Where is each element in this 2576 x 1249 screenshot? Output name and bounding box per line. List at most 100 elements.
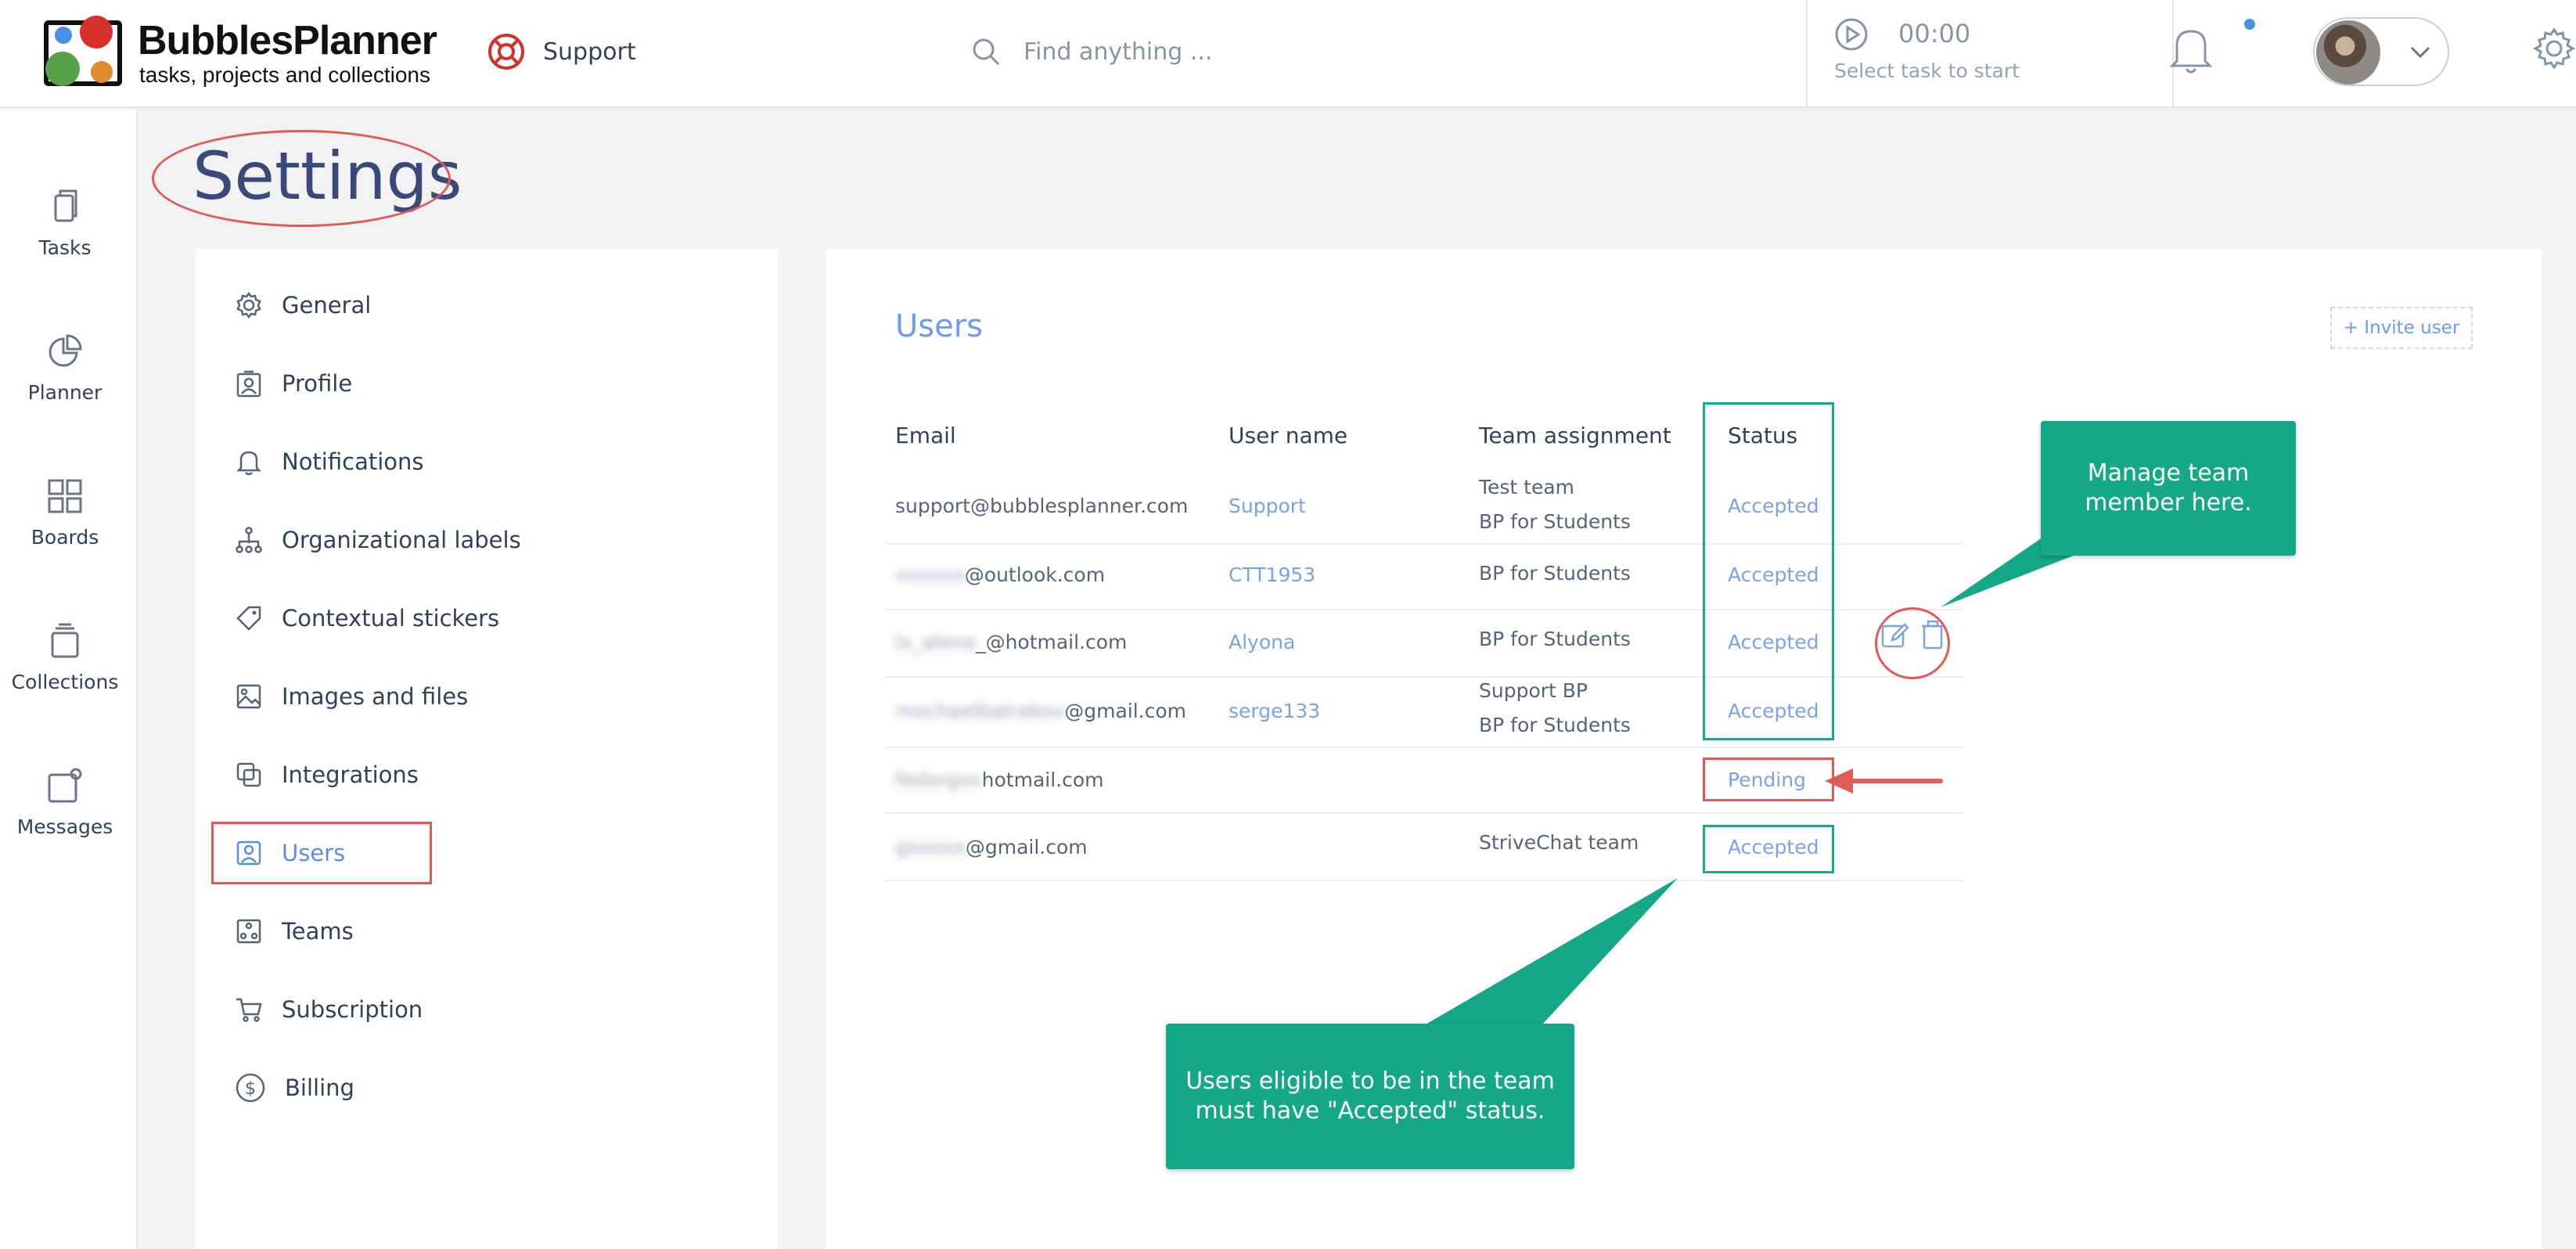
title-highlight-oval: [152, 130, 451, 227]
play-icon[interactable]: [1834, 17, 1869, 52]
cart-icon: [236, 998, 262, 1022]
row-divider: [884, 880, 1964, 881]
menu-item-label: Contextual stickers: [282, 605, 500, 632]
menu-item-contextual-stickers[interactable]: Contextual stickers: [235, 596, 499, 640]
menu-item-label: Organizational labels: [282, 527, 521, 553]
user-email-hidden: vxxxxx: [895, 563, 965, 586]
callout-accepted-status: Users eligible to be in the team must ha…: [1166, 1024, 1574, 1169]
menu-item-label: Images and files: [282, 683, 469, 710]
user-name-link[interactable]: Alyona: [1229, 631, 1295, 653]
team-assignment: Test team: [1479, 476, 1575, 499]
notifications-bell-icon[interactable]: [2168, 22, 2214, 77]
users-panel: [826, 249, 2542, 1249]
menu-item-organizational-labels[interactable]: Organizational labels: [235, 518, 521, 562]
logo-bubble-red: [80, 16, 113, 49]
menu-item-notifications[interactable]: Notifications: [235, 440, 424, 484]
user-name-link[interactable]: serge133: [1229, 700, 1320, 722]
column-header-team: Team assignment: [1479, 423, 1671, 448]
chevron-down-icon: [2410, 46, 2430, 59]
planner-icon: [49, 334, 82, 367]
timer-time: 00:00: [1898, 19, 1971, 49]
notification-dot: [2244, 19, 2255, 30]
user-email: gxxxxx@gmail.com: [895, 836, 1088, 858]
avatar: [2316, 20, 2380, 85]
nav-item-collections[interactable]: Collections: [0, 622, 130, 693]
org-chart-icon: [236, 527, 262, 553]
nav-item-boards[interactable]: Boards: [0, 477, 130, 549]
logo-bubble-blue: [55, 27, 72, 44]
user-email-hidden: gxxxxx: [895, 836, 966, 858]
svg-text:$: $: [245, 1079, 256, 1099]
image-icon: [236, 684, 261, 709]
search-bar[interactable]: [970, 28, 1493, 75]
callout-manage-team: Manage team member here.: [2041, 421, 2296, 556]
logo-tagline: tasks, projects and collections: [139, 63, 430, 87]
accepted-status-highlight: [1703, 402, 1834, 740]
user-email-domain: @gmail.com: [1064, 700, 1186, 722]
lifebuoy-icon: [488, 34, 524, 70]
row-divider: [884, 747, 1964, 748]
search-input[interactable]: [1024, 38, 1493, 66]
team-assignment: BP for Students: [1479, 562, 1631, 585]
logo-bubble-green: [45, 52, 80, 86]
column-header-email: Email: [895, 423, 956, 448]
app-logo[interactable]: BubblesPlanner tasks, projects and colle…: [39, 14, 437, 92]
edit-highlight-circle: [1875, 607, 1950, 679]
messages-icon: [48, 768, 82, 803]
menu-item-label: Notifications: [282, 448, 424, 475]
column-header-username: User name: [1229, 423, 1348, 448]
user-email-hidden: lx_alena: [895, 631, 977, 653]
gear-icon[interactable]: [2532, 27, 2576, 70]
user-email: fedorgxxhotmail.com: [895, 768, 1104, 791]
collections-icon: [51, 623, 79, 658]
logo-bubble-orange: [91, 61, 113, 83]
menu-item-integrations[interactable]: Integrations: [235, 753, 419, 797]
profile-icon: [236, 370, 261, 398]
menu-item-general[interactable]: General: [235, 283, 371, 327]
menu-item-profile[interactable]: Profile: [235, 362, 352, 405]
task-timer: 00:00 Select task to start: [1806, 0, 2174, 108]
menu-item-billing[interactable]: $ Billing: [235, 1066, 354, 1110]
dollar-icon: $: [236, 1073, 265, 1103]
nav-item-planner[interactable]: Planner: [0, 333, 130, 404]
user-email-hidden: mxchaelbatrakov: [895, 700, 1065, 722]
team-assignment: BP for Students: [1479, 628, 1631, 650]
menu-item-label: Teams: [282, 918, 354, 945]
boards-icon: [48, 479, 82, 513]
user-name-link[interactable]: CTT1953: [1229, 563, 1315, 586]
menu-item-subscription[interactable]: Subscription: [235, 988, 423, 1031]
menu-item-label: Integrations: [282, 761, 419, 788]
menu-item-label: Subscription: [282, 996, 423, 1023]
nav-item-tasks[interactable]: Tasks: [0, 188, 130, 259]
menu-item-teams[interactable]: Teams: [235, 909, 354, 953]
menu-item-label: General: [282, 292, 372, 319]
nav-item-messages[interactable]: Messages: [0, 767, 130, 838]
tag-icon: [236, 606, 261, 631]
support-link[interactable]: Support: [487, 28, 636, 75]
user-email: mxchaelbatrakov@gmail.com: [895, 700, 1186, 722]
user-email: support@bubblesplanner.com: [895, 495, 1189, 517]
menu-item-images-and-files[interactable]: Images and files: [235, 675, 468, 718]
team-assignment: Support BP: [1479, 679, 1588, 702]
users-title: Users: [895, 308, 984, 344]
settings-menu: General Profile Notifications Organizati…: [196, 249, 778, 1249]
user-menu[interactable]: [2313, 17, 2449, 86]
nav-item-label: Messages: [16, 815, 113, 838]
user-email-domain: _@hotmail.com: [976, 631, 1128, 653]
pending-status-highlight: [1703, 758, 1834, 801]
user-name-link[interactable]: Support: [1229, 495, 1306, 517]
nav-item-label: Collections: [11, 671, 119, 693]
invite-user-button[interactable]: + Invite user: [2330, 307, 2473, 349]
user-email: vxxxxx@outlook.com: [895, 563, 1105, 586]
user-email: lx_alena_@hotmail.com: [895, 631, 1127, 653]
integrations-icon: [236, 762, 261, 787]
user-email-domain: @outlook.com: [964, 563, 1106, 586]
tasks-icon: [54, 189, 77, 222]
users-highlight-box: [211, 822, 432, 884]
nav-item-label: Boards: [31, 526, 99, 549]
search-icon: [973, 38, 1000, 66]
support-label: Support: [543, 38, 636, 66]
team-assignment: BP for Students: [1479, 714, 1631, 736]
teams-icon: [236, 919, 261, 944]
row-divider: [884, 812, 1964, 814]
